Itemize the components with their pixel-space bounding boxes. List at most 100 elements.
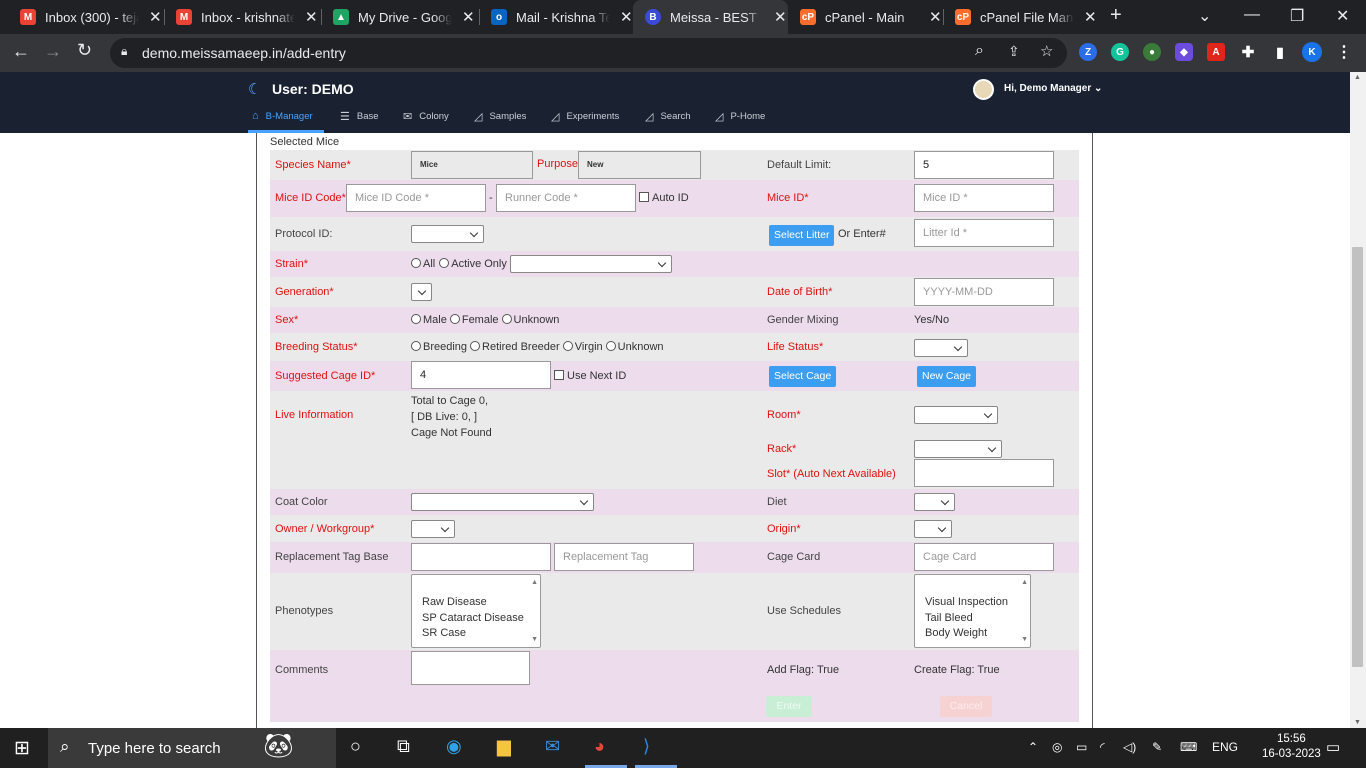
- extension-z-icon[interactable]: Z: [1079, 43, 1097, 61]
- edge-icon[interactable]: ◉: [446, 736, 462, 757]
- strain-select[interactable]: [510, 255, 672, 273]
- close-tab-icon[interactable]: ✕: [462, 8, 475, 26]
- cage-card-input[interactable]: Cage Card: [914, 543, 1054, 571]
- battery-icon[interactable]: ▭: [1076, 740, 1087, 754]
- close-tab-icon[interactable]: ✕: [149, 8, 162, 26]
- new-tab-button[interactable]: +: [1110, 4, 1122, 27]
- replacement-tag-base-input[interactable]: [411, 543, 551, 571]
- sex-radio-group[interactable]: Male Female Unknown: [408, 314, 559, 326]
- keyboard-icon[interactable]: ⌨: [1180, 740, 1197, 754]
- nav-experiments[interactable]: ◿ Experiments: [551, 110, 619, 123]
- moon-icon[interactable]: ☾: [248, 80, 261, 98]
- close-tab-icon[interactable]: ✕: [620, 8, 633, 26]
- back-icon[interactable]: ←: [12, 41, 30, 62]
- life-status-select[interactable]: [914, 339, 968, 357]
- slot-input[interactable]: [914, 459, 1054, 487]
- scroll-up-icon[interactable]: ▲: [1354, 74, 1361, 81]
- phenotypes-listbox[interactable]: ▲ Raw Disease SP Cataract Disease SR Cas…: [411, 574, 541, 648]
- close-window-icon[interactable]: ✕: [1336, 6, 1349, 26]
- taskbar-search[interactable]: ⌕ Type here to search 🐼︎: [48, 728, 336, 768]
- select-cage-button[interactable]: Select Cage: [769, 366, 837, 387]
- extension-globe-icon[interactable]: ●: [1143, 43, 1161, 61]
- replacement-tag-input[interactable]: Replacement Tag: [554, 543, 694, 571]
- close-tab-icon[interactable]: ✕: [1084, 8, 1097, 26]
- user-menu[interactable]: Hi, Demo Manager ⌄: [1004, 83, 1102, 94]
- scroll-up-icon[interactable]: ▲: [1021, 579, 1028, 586]
- extension-hex-icon[interactable]: ◆: [1175, 43, 1193, 61]
- comments-textarea[interactable]: [411, 651, 530, 685]
- side-panel-icon[interactable]: ▮: [1271, 43, 1289, 61]
- acrobat-icon[interactable]: A: [1207, 43, 1225, 61]
- owner-select[interactable]: [411, 520, 455, 538]
- auto-id-checkbox[interactable]: Auto ID: [639, 192, 689, 204]
- mice-id-input[interactable]: Mice ID *: [914, 184, 1054, 212]
- tab-gmail-2[interactable]: M Inbox - krishnatej ✕: [164, 0, 321, 34]
- select-litter-button[interactable]: Select Litter: [769, 225, 835, 246]
- scroll-up-icon[interactable]: ▲: [531, 579, 538, 586]
- forward-icon[interactable]: →: [44, 41, 62, 62]
- breeding-radio-group[interactable]: Breeding Retired Breeder Virgin Unknown: [408, 341, 664, 353]
- tab-cpanel-main[interactable]: cP cPanel - Main ✕: [788, 0, 943, 34]
- litter-id-input[interactable]: Litter Id *: [914, 219, 1054, 247]
- menu-kebab-icon[interactable]: ⋮: [1335, 43, 1353, 61]
- nav-p-home[interactable]: ◿ P-Home: [715, 110, 765, 123]
- url-text[interactable]: demo.meissamaeep.in/add-entry: [142, 45, 346, 61]
- nav-b-manager[interactable]: ⌂ B-Manager: [252, 110, 313, 122]
- page-scrollbar[interactable]: ▲ ▼: [1350, 72, 1366, 728]
- bookmark-star-icon[interactable]: ☆: [1040, 42, 1053, 60]
- nav-samples[interactable]: ◿ Samples: [474, 110, 526, 123]
- new-cage-button[interactable]: New Cage: [917, 366, 977, 387]
- address-bar[interactable]: 🔒︎ demo.meissamaeep.in/add-entry ⌕ ⇪ ☆: [110, 38, 1067, 68]
- close-tab-icon[interactable]: ✕: [929, 8, 942, 26]
- language-indicator[interactable]: ENG: [1212, 740, 1238, 754]
- dob-input[interactable]: YYYY-MM-DD: [914, 278, 1054, 306]
- origin-select[interactable]: [914, 520, 952, 538]
- rack-select[interactable]: [914, 440, 1002, 458]
- nav-base[interactable]: ☰ Base: [340, 110, 379, 123]
- scrollbar-thumb[interactable]: [1352, 247, 1363, 667]
- extensions-puzzle-icon[interactable]: ✚: [1239, 43, 1257, 61]
- cortana-icon[interactable]: ○: [350, 736, 361, 757]
- scroll-down-icon[interactable]: ▼: [1354, 719, 1361, 726]
- meet-now-icon[interactable]: ◎: [1052, 740, 1062, 754]
- avatar[interactable]: [973, 79, 994, 100]
- close-tab-icon[interactable]: ✕: [774, 8, 787, 26]
- zoom-icon[interactable]: ⌕: [975, 42, 984, 60]
- profile-avatar[interactable]: K: [1302, 42, 1322, 62]
- tab-outlook[interactable]: o Mail - Krishna Tej ✕: [479, 0, 633, 34]
- mail-icon[interactable]: ✉: [545, 736, 560, 757]
- runner-code-input[interactable]: Runner Code *: [496, 184, 636, 212]
- reload-icon[interactable]: ↻: [77, 40, 92, 61]
- default-limit-input[interactable]: 5: [914, 151, 1054, 179]
- schedules-listbox[interactable]: ▲ Visual Inspection Tail Bleed Body Weig…: [914, 574, 1031, 648]
- scroll-down-icon[interactable]: ▼: [531, 636, 538, 643]
- tab-gmail-1[interactable]: M Inbox (300) - teja ✕: [8, 0, 168, 34]
- share-icon[interactable]: ⇪: [1008, 43, 1020, 60]
- cage-id-input[interactable]: 4: [411, 361, 551, 389]
- minimize-icon[interactable]: —: [1244, 6, 1260, 24]
- diet-select[interactable]: [914, 493, 955, 511]
- tray-expand-icon[interactable]: ⌃: [1028, 740, 1038, 754]
- use-next-id-checkbox[interactable]: Use Next ID: [554, 370, 626, 382]
- pen-icon[interactable]: ✎: [1152, 740, 1162, 754]
- volume-icon[interactable]: ◁): [1123, 740, 1136, 754]
- tab-meissa[interactable]: B Meissa - BEST ✕: [633, 0, 788, 34]
- cancel-button[interactable]: Cancel: [940, 696, 992, 717]
- generation-select[interactable]: [411, 283, 432, 301]
- file-explorer-icon[interactable]: ▆: [497, 736, 511, 757]
- tab-drive[interactable]: ▲ My Drive - Google ✕: [321, 0, 479, 34]
- protocol-select[interactable]: [411, 225, 484, 243]
- nav-colony[interactable]: ✉ Colony: [403, 110, 449, 123]
- coat-color-select[interactable]: [411, 493, 594, 511]
- task-view-icon[interactable]: ⧉: [397, 736, 410, 757]
- wifi-icon[interactable]: ◜: [1100, 740, 1105, 754]
- close-tab-icon[interactable]: ✕: [305, 8, 318, 26]
- scroll-down-icon[interactable]: ▼: [1021, 636, 1028, 643]
- clock[interactable]: 15:56 16-03-2023: [1262, 732, 1321, 762]
- tab-search-icon[interactable]: ⌄: [1198, 6, 1211, 26]
- restore-icon[interactable]: ❐: [1290, 6, 1304, 26]
- room-select[interactable]: [914, 406, 998, 424]
- windows-start-icon[interactable]: ⊞: [14, 737, 30, 760]
- notification-icon[interactable]: ▭: [1326, 738, 1340, 756]
- nav-search[interactable]: ◿ Search: [645, 110, 691, 123]
